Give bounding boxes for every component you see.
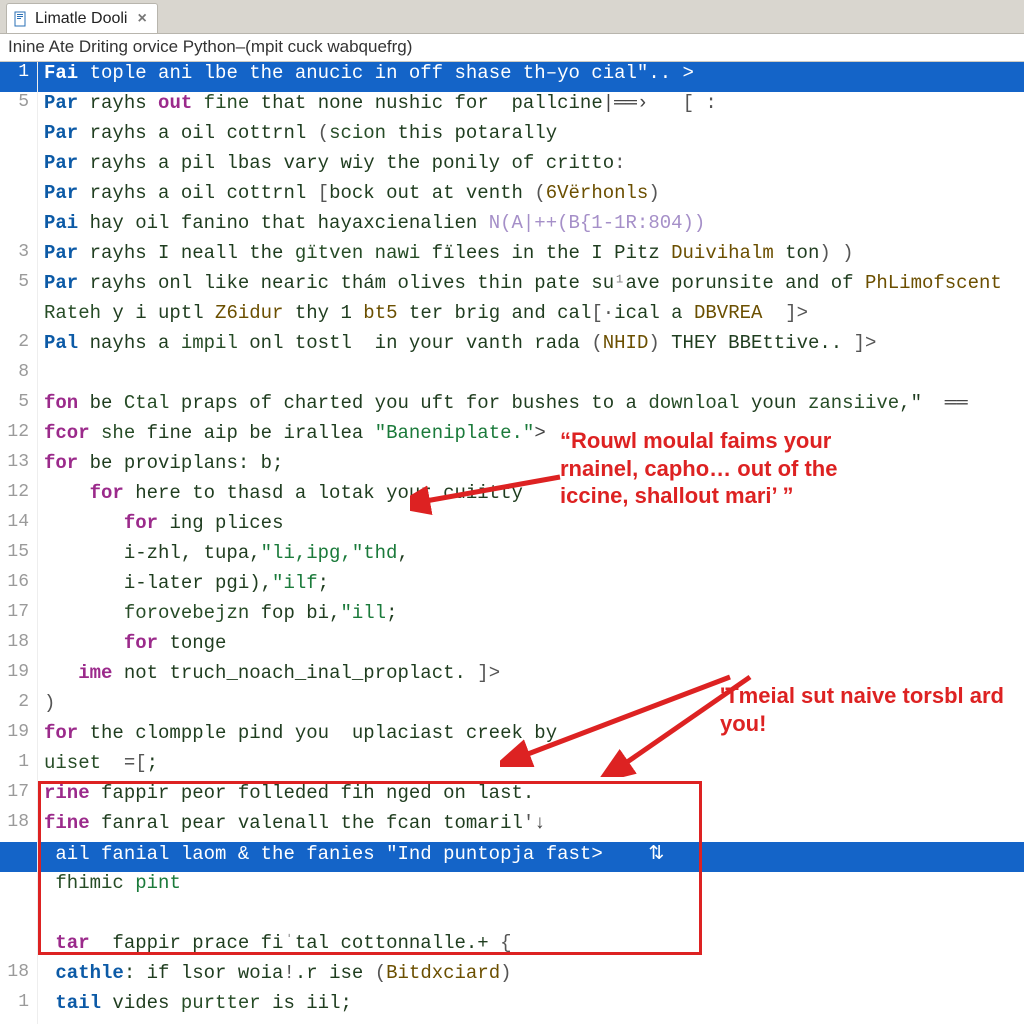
line-number: 17 — [0, 602, 38, 632]
line-number — [0, 152, 38, 182]
code-content[interactable]: Par rayhs a oil cottrnl (scion this pota… — [38, 122, 1024, 152]
code-line[interactable] — [0, 902, 1024, 932]
code-line[interactable]: 5Par rayhs onl like nearic thám olives t… — [0, 272, 1024, 302]
line-number: 18 — [0, 812, 38, 842]
code-line[interactable]: ail fanial laom & the fanies "Ind puntop… — [0, 842, 1024, 872]
code-line[interactable]: 14 for ing plices — [0, 512, 1024, 542]
code-content[interactable]: Par rayhs onl like nearic thám olives th… — [38, 272, 1024, 302]
line-number: 2 — [0, 332, 38, 362]
code-content[interactable]: tar fappir prace fiˈtal cottonnalle.+ { — [38, 932, 1024, 962]
line-number: 8 — [0, 362, 38, 392]
annotation-text-lower: 'Tmeial sut naive torsbl ard you! — [720, 682, 1024, 737]
code-line[interactable]: 1uiset =[; — [0, 752, 1024, 782]
line-number: 1 — [0, 752, 38, 782]
code-line[interactable]: 1 tail vides purtter is iil; — [0, 992, 1024, 1022]
annotation-text-upper: “Rouwl moulal faims your rnainel, capho…… — [560, 427, 900, 510]
tab-bar: Limatle Dooli × — [0, 0, 1024, 34]
code-content[interactable]: for ing plices — [38, 512, 1024, 542]
code-line[interactable]: tar fappir prace fiˈtal cottonnalle.+ { — [0, 932, 1024, 962]
line-number: 12 — [0, 482, 38, 512]
line-number: 15 — [0, 542, 38, 572]
code-content[interactable]: for tonge — [38, 632, 1024, 662]
code-line[interactable]: 8 — [0, 362, 1024, 392]
editor-tab[interactable]: Limatle Dooli × — [6, 3, 158, 33]
code-content[interactable]: fhimic pint — [38, 872, 1024, 902]
code-content[interactable]: fine fanral pear valenall the fcan tomar… — [38, 812, 1024, 842]
code-line[interactable]: 15 i-zhl, tupa,"li,ipg,"thd, — [0, 542, 1024, 572]
close-icon[interactable]: × — [137, 10, 146, 28]
code-line[interactable]: 2Pal nayhs a impil onl tostl in your van… — [0, 332, 1024, 362]
code-line[interactable]: Rateh y i uptl Z6idur thy 1 bt5 ter brig… — [0, 302, 1024, 332]
code-line[interactable]: 18 cathle: if lsor woia!.r ise (Bitdxcia… — [0, 962, 1024, 992]
code-line[interactable]: 16 i-later pgi),"ilf; — [0, 572, 1024, 602]
code-line[interactable]: 5fon be Ctal praps of charted you uft fo… — [0, 392, 1024, 422]
line-number — [0, 212, 38, 242]
line-number: 12 — [0, 422, 38, 452]
line-number — [0, 842, 38, 872]
code-line[interactable]: Pai hay oil fanino that hayaxcienalien N… — [0, 212, 1024, 242]
line-number — [0, 932, 38, 962]
code-content[interactable] — [38, 362, 1024, 392]
line-number — [0, 182, 38, 212]
line-number: 5 — [0, 272, 38, 302]
tab-title: Limatle Dooli — [35, 10, 127, 28]
code-line[interactable]: 1Fai tople ani lbe the anucic in off sha… — [0, 62, 1024, 92]
code-line[interactable]: 18fine fanral pear valenall the fcan tom… — [0, 812, 1024, 842]
code-content[interactable]: Par rayhs a oil cottrnl [bock out at ven… — [38, 182, 1024, 212]
line-number: 16 — [0, 572, 38, 602]
code-content[interactable]: Pai hay oil fanino that hayaxcienalien N… — [38, 212, 1024, 242]
code-line[interactable]: 5Par rayhs out fine that none nushic for… — [0, 92, 1024, 122]
code-content[interactable] — [38, 902, 1024, 932]
code-line[interactable]: 18 for tonge — [0, 632, 1024, 662]
line-number — [0, 902, 38, 932]
breadcrumb: Inine Ate Driting orvice Python–(mpit cu… — [0, 34, 1024, 62]
file-icon — [13, 11, 29, 27]
code-content[interactable]: Par rayhs I neall the gïtven nawi fïlees… — [38, 242, 1024, 272]
line-number: 3 — [0, 242, 38, 272]
line-number: 18 — [0, 632, 38, 662]
line-number: 18 — [0, 962, 38, 992]
line-number: 1 — [0, 992, 38, 1022]
line-number: 19 — [0, 722, 38, 752]
code-editor[interactable]: 1Fai tople ani lbe the anucic in off sha… — [0, 62, 1024, 1024]
code-line[interactable]: 17 forovebejzn fop bi,"ill; — [0, 602, 1024, 632]
line-number: 2 — [0, 692, 38, 722]
code-content[interactable]: Pal nayhs a impil onl tostl in your vant… — [38, 332, 1024, 362]
line-number: 17 — [0, 782, 38, 812]
code-content[interactable]: ail fanial laom & the fanies "Ind puntop… — [38, 842, 1024, 872]
code-line[interactable]: 3Par rayhs I neall the gïtven nawi fïlee… — [0, 242, 1024, 272]
code-content[interactable]: tail vides purtter is iil; — [38, 992, 1024, 1022]
line-number — [0, 302, 38, 332]
code-content[interactable]: Par rayhs out fine that none nushic for … — [38, 92, 1024, 122]
code-line[interactable]: Par rayhs a oil cottrnl (scion this pota… — [0, 122, 1024, 152]
code-line[interactable]: 17rine fappir peor folleded fih nged on … — [0, 782, 1024, 812]
code-line[interactable]: Par rayhs a oil cottrnl [bock out at ven… — [0, 182, 1024, 212]
code-content[interactable]: fon be Ctal praps of charted you uft for… — [38, 392, 1024, 422]
code-line[interactable]: fhimic pint — [0, 872, 1024, 902]
line-number: 5 — [0, 92, 38, 122]
code-content[interactable]: i-later pgi),"ilf; — [38, 572, 1024, 602]
code-content[interactable]: Par rayhs a pil lbas vary wiy the ponily… — [38, 152, 1024, 182]
line-number — [0, 122, 38, 152]
line-number: 1 — [0, 62, 38, 92]
line-number: 5 — [0, 392, 38, 422]
line-number: 13 — [0, 452, 38, 482]
code-content[interactable]: Rateh y i uptl Z6idur thy 1 bt5 ter brig… — [38, 302, 1024, 332]
code-content[interactable]: i-zhl, tupa,"li,ipg,"thd, — [38, 542, 1024, 572]
line-number: 19 — [0, 662, 38, 692]
line-number: 14 — [0, 512, 38, 542]
code-content[interactable]: forovebejzn fop bi,"ill; — [38, 602, 1024, 632]
code-content[interactable]: Fai tople ani lbe the anucic in off shas… — [38, 62, 1024, 92]
code-content[interactable]: cathle: if lsor woia!.r ise (Bitdxciard) — [38, 962, 1024, 992]
code-line[interactable]: Par rayhs a pil lbas vary wiy the ponily… — [0, 152, 1024, 182]
code-content[interactable]: uiset =[; — [38, 752, 1024, 782]
line-number — [0, 872, 38, 902]
code-content[interactable]: rine fappir peor folleded fih nged on la… — [38, 782, 1024, 812]
